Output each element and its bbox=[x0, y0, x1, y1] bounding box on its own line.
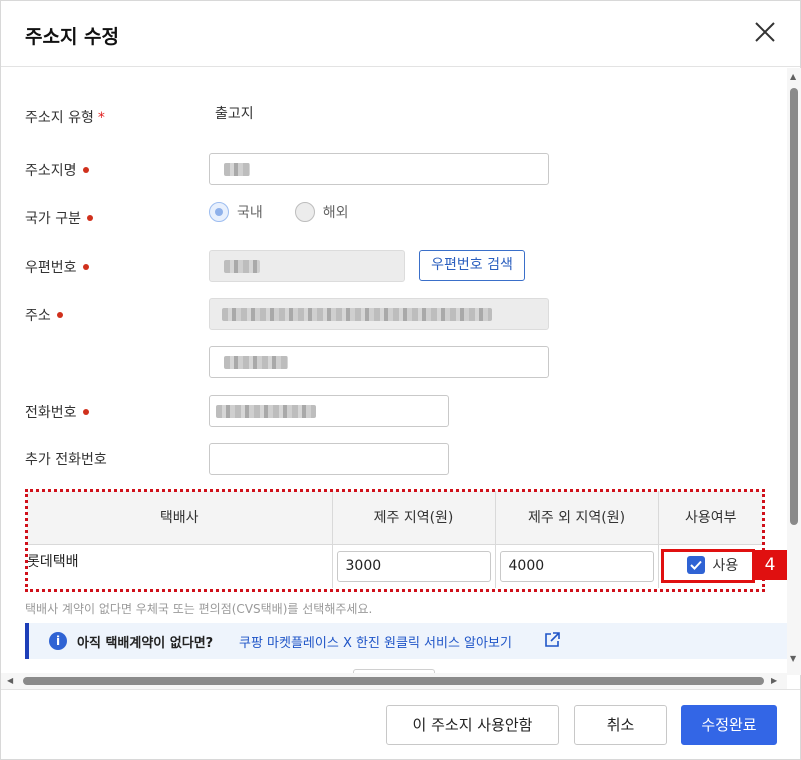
required-dot bbox=[82, 167, 89, 173]
horizontal-scrollbar[interactable]: ◀ ▶ bbox=[1, 673, 787, 689]
postal-code-label: 우편번호 bbox=[25, 257, 89, 277]
redacted-text bbox=[216, 405, 316, 418]
info-icon: i bbox=[49, 632, 67, 650]
country-radio-group: 국내 해외 bbox=[209, 202, 349, 222]
redacted-text bbox=[222, 308, 492, 321]
close-icon[interactable] bbox=[753, 20, 777, 44]
dialog-title: 주소지 수정 bbox=[25, 26, 120, 48]
extra-phone-input[interactable] bbox=[209, 443, 449, 475]
required-dot bbox=[86, 215, 93, 221]
vertical-scrollbar[interactable]: ▲ ▼ bbox=[787, 68, 801, 675]
phone-label: 전화번호 bbox=[25, 402, 89, 422]
required-dot bbox=[82, 409, 89, 415]
address-label: 주소 bbox=[25, 305, 63, 325]
scroll-left-icon[interactable]: ◀ bbox=[7, 676, 13, 685]
redacted-text bbox=[224, 260, 260, 273]
submit-button[interactable]: 수정완료 bbox=[681, 705, 777, 745]
country-label: 국가 구분 bbox=[25, 208, 93, 228]
postal-search-button[interactable]: 우편번호 검색 bbox=[419, 250, 525, 281]
address-input bbox=[209, 298, 549, 330]
dialog-footer: 이 주소지 사용안함 취소 수정완료 bbox=[1, 689, 800, 759]
scroll-right-icon[interactable]: ▶ bbox=[771, 676, 777, 685]
postal-code-input bbox=[209, 250, 405, 282]
external-link-icon[interactable] bbox=[543, 631, 561, 649]
phone-input[interactable] bbox=[209, 395, 449, 427]
address-name-label: 주소지명 bbox=[25, 160, 89, 180]
vertical-scroll-thumb[interactable] bbox=[790, 88, 798, 525]
scroll-up-icon[interactable]: ▲ bbox=[790, 72, 796, 81]
address-detail-input[interactable] bbox=[209, 346, 549, 378]
disable-address-button[interactable]: 이 주소지 사용안함 bbox=[386, 705, 559, 745]
radio-unchecked-icon bbox=[294, 202, 315, 222]
radio-domestic[interactable]: 국내 bbox=[209, 202, 263, 222]
required-dot bbox=[82, 264, 89, 270]
radio-checked-icon bbox=[209, 202, 229, 222]
oneclick-service-link[interactable]: 쿠팡 마켓플레이스 X 한진 원클릭 서비스 알아보기 bbox=[239, 632, 512, 651]
address-type-value: 출고지 bbox=[215, 106, 254, 122]
annotation-dotted-box bbox=[25, 489, 765, 592]
courier-hint: 택배사 계약이 없다면 우체국 또는 편의점(CVS택배)를 선택해주세요. bbox=[25, 602, 373, 616]
horizontal-scroll-thumb[interactable] bbox=[23, 677, 764, 685]
required-dot bbox=[56, 312, 63, 318]
address-name-input[interactable] bbox=[209, 153, 549, 185]
cancel-button[interactable]: 취소 bbox=[574, 705, 667, 745]
dialog-body: 주소지 유형 * 출고지 주소지명 국가 구분 국내 해외 우편번호 우편번호 검… bbox=[1, 68, 787, 675]
info-banner: i 아직 택배계약이 없다면? 쿠팡 마켓플레이스 X 한진 원클릭 서비스 알… bbox=[25, 623, 787, 659]
address-edit-dialog: 주소지 수정 주소지 유형 * 출고지 주소지명 국가 구분 국내 해외 우편번호… bbox=[0, 0, 801, 760]
annotation-badge: 4 bbox=[753, 550, 787, 580]
address-type-label: 주소지 유형 * bbox=[25, 110, 105, 126]
extra-phone-label: 추가 전화번호 bbox=[25, 452, 107, 468]
scroll-down-icon[interactable]: ▼ bbox=[790, 654, 796, 663]
info-question: 아직 택배계약이 없다면? bbox=[77, 636, 214, 651]
required-mark: * bbox=[97, 110, 105, 126]
redacted-text bbox=[224, 163, 250, 176]
radio-overseas[interactable]: 해외 bbox=[294, 202, 349, 222]
redacted-text bbox=[224, 356, 288, 369]
dialog-header: 주소지 수정 bbox=[1, 1, 800, 67]
